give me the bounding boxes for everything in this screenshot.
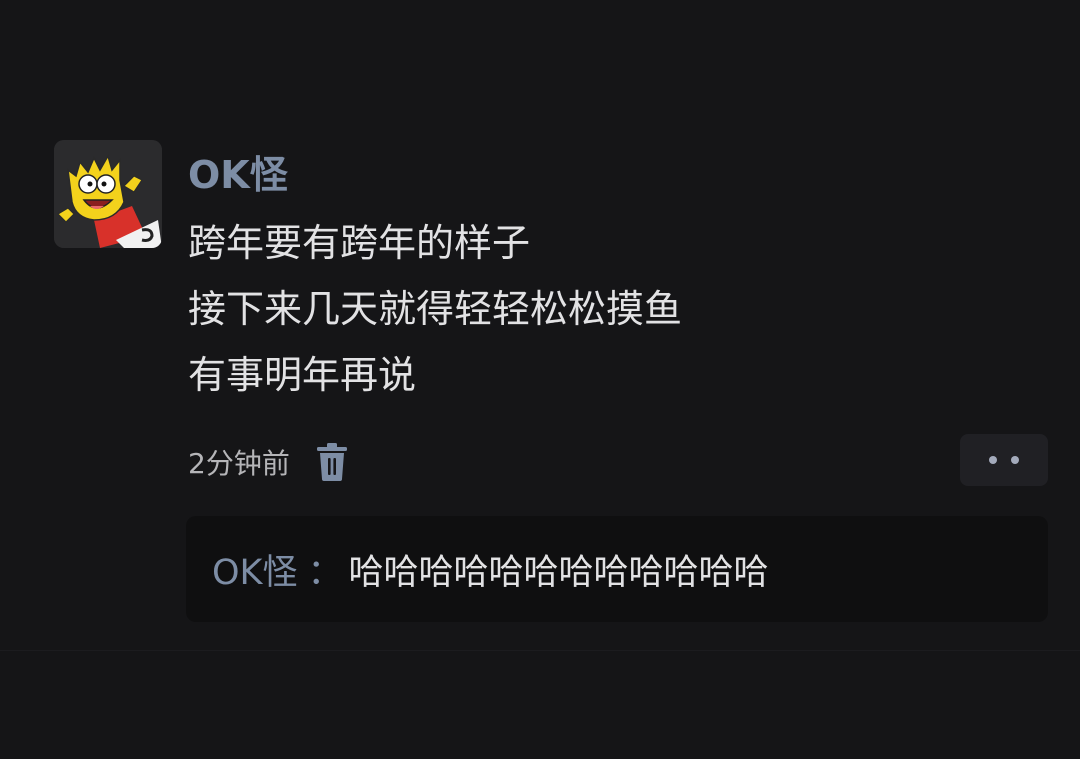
ellipsis-icon (1011, 456, 1019, 464)
reply-box[interactable]: OK怪 ： 哈哈哈哈哈哈哈哈哈哈哈哈 (186, 516, 1048, 622)
page: OK怪 跨年要有跨年的样子 接下来几天就得轻轻松松摸鱼 有事明年再说 2分钟前 (0, 0, 1080, 759)
username[interactable]: OK怪 (188, 140, 1048, 210)
more-options-button[interactable] (960, 434, 1048, 486)
reply-separator: ： (307, 552, 343, 593)
reply-author[interactable]: OK怪 (212, 544, 298, 595)
avatar[interactable] (54, 140, 162, 248)
divider (0, 650, 1080, 651)
message-line: 接下来几天就得轻轻松松摸鱼 (188, 287, 683, 331)
trash-icon[interactable] (316, 443, 348, 481)
message-line: 跨年要有跨年的样子 (188, 221, 531, 265)
cartoon-avatar-icon (54, 140, 162, 248)
message-line: 有事明年再说 (188, 353, 417, 397)
reply-text: 哈哈哈哈哈哈哈哈哈哈哈哈 (348, 552, 769, 593)
post-meta: 2分钟前 (188, 432, 348, 492)
timestamp: 2分钟前 (188, 447, 290, 480)
post-content: OK怪 跨年要有跨年的样子 接下来几天就得轻轻松松摸鱼 有事明年再说 (188, 140, 1048, 408)
ellipsis-icon (989, 456, 997, 464)
